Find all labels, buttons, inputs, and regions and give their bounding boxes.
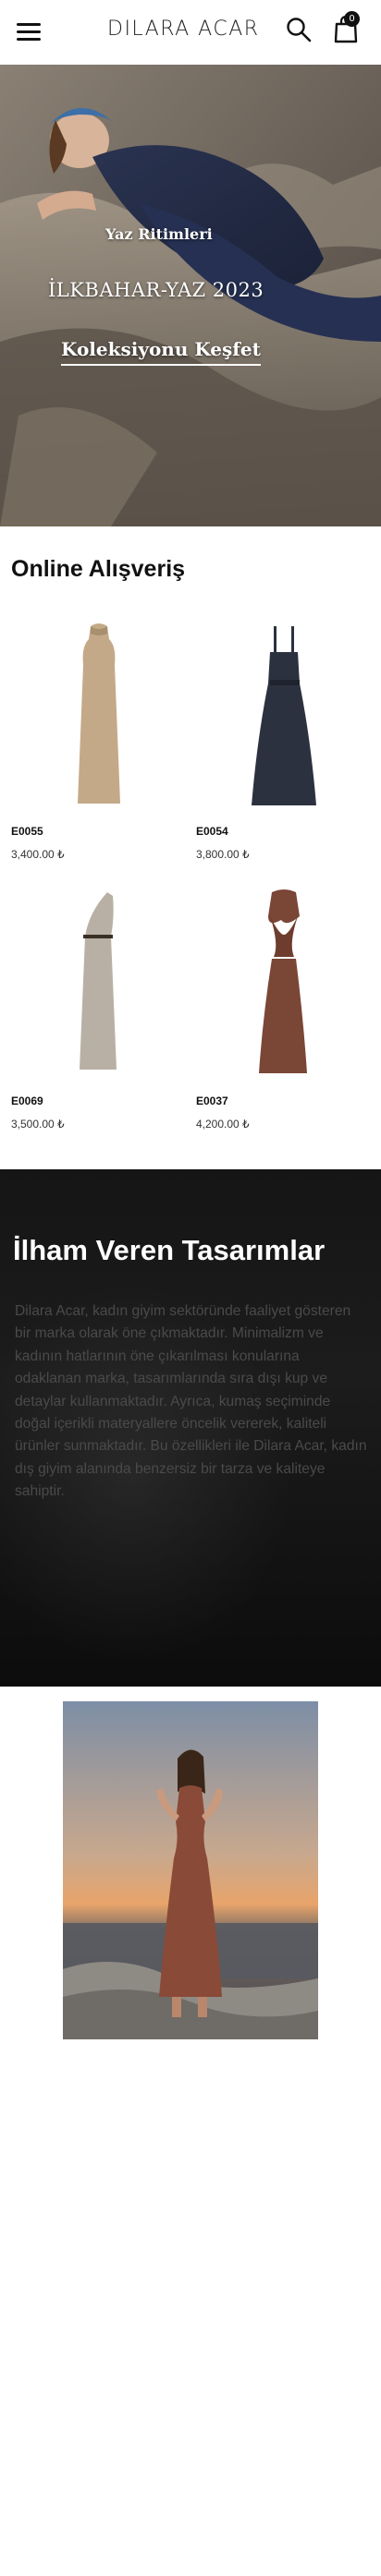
product-code: E0037	[196, 1094, 228, 1107]
hero-title: İLKBAHAR-YAZ 2023	[48, 279, 264, 301]
cart-count-badge: 0	[344, 11, 360, 27]
product-price: 3,400.00 ₺	[11, 848, 65, 861]
editorial-photo	[63, 1701, 318, 2039]
inspiration-section: İlham Veren Tasarımlar Dilara Acar, kadı…	[0, 1169, 381, 1687]
hero-kicker: Yaz Ritimleri	[105, 225, 213, 243]
product-image[interactable]	[196, 610, 372, 813]
explore-collection-link[interactable]: Koleksiyonu Keşfet	[61, 338, 261, 366]
product-code: E0069	[11, 1094, 43, 1107]
product-image[interactable]	[11, 610, 187, 813]
product-price: 4,200.00 ₺	[196, 1118, 250, 1131]
product-code: E0055	[11, 825, 43, 838]
inspiration-title: İlham Veren Tasarımlar	[13, 1234, 326, 1266]
site-header: DILARA ACAR 0	[0, 0, 381, 65]
product-code: E0054	[196, 825, 228, 838]
product-price: 3,800.00 ₺	[196, 848, 250, 861]
shop-section-title: Online Alışveriş	[11, 556, 186, 582]
search-icon[interactable]	[285, 16, 313, 43]
hamburger-menu-icon[interactable]	[17, 18, 43, 44]
product-image[interactable]	[11, 879, 187, 1082]
product-price: 3,500.00 ₺	[11, 1118, 65, 1131]
inspiration-text: Dilara Acar, kadın giyim sektöründe faal…	[15, 1303, 367, 1500]
product-image[interactable]	[196, 879, 372, 1082]
hero-banner[interactable]: Yaz Ritimleri İLKBAHAR-YAZ 2023 Koleksiy…	[0, 65, 381, 526]
brand-logo[interactable]: DILARA ACAR	[107, 18, 260, 41]
